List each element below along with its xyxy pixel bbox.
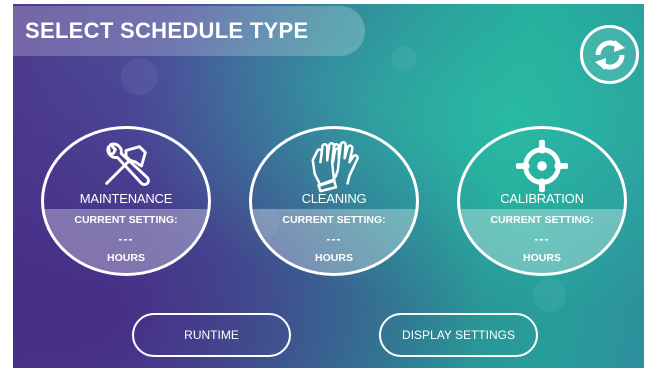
current-setting-value: --- — [118, 232, 134, 246]
calibration-tile[interactable]: CALIBRATION CURRENT SETTING: --- HOURS — [457, 126, 627, 276]
current-setting-label: CURRENT SETTING: — [282, 214, 386, 226]
display-settings-button[interactable]: DISPLAY SETTINGS — [379, 313, 538, 357]
current-setting-label: CURRENT SETTING: — [490, 214, 594, 226]
runtime-button[interactable]: RUNTIME — [132, 313, 291, 357]
current-setting-unit: HOURS — [315, 252, 353, 264]
current-setting-label: CURRENT SETTING: — [74, 214, 178, 226]
tile-label: CALIBRATION — [500, 191, 584, 206]
title-bar: SELECT SCHEDULE TYPE — [13, 6, 365, 56]
cleaning-tile[interactable]: CLEANING CURRENT SETTING: --- HOURS — [249, 126, 419, 276]
tile-label: MAINTENANCE — [79, 191, 173, 206]
maintenance-tile[interactable]: MAINTENANCE CURRENT SETTING: --- HOURS — [41, 126, 211, 276]
schedule-screen: SELECT SCHEDULE TYPE MAINTENANCE CURRENT… — [13, 4, 644, 368]
tile-label: CLEANING — [301, 191, 367, 206]
current-setting-unit: HOURS — [107, 252, 145, 264]
gloves-icon — [311, 141, 359, 193]
refresh-button[interactable] — [580, 25, 639, 84]
current-setting-value: --- — [326, 232, 342, 246]
refresh-icon — [594, 39, 625, 70]
crosshair-icon — [515, 139, 569, 193]
page-title: SELECT SCHEDULE TYPE — [25, 18, 309, 43]
tools-icon — [105, 142, 150, 187]
current-setting-value: --- — [534, 232, 550, 246]
current-setting-unit: HOURS — [523, 252, 561, 264]
